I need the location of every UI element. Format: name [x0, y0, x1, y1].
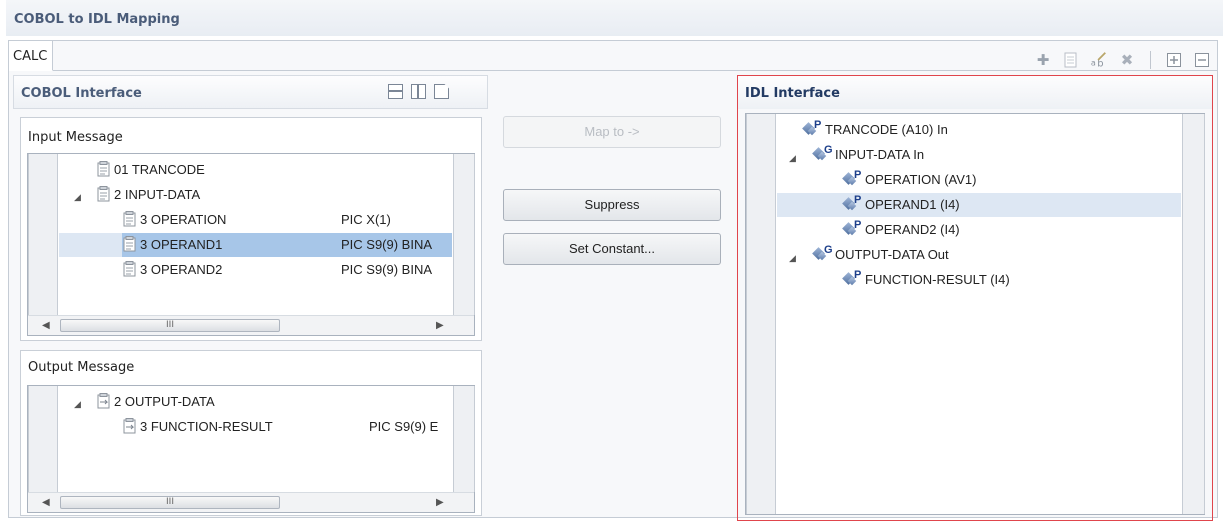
tree-item-label: 3 FUNCTION-RESULT [140, 419, 273, 434]
tree-item[interactable]: 3 FUNCTION-RESULT [122, 415, 273, 439]
single-page-icon[interactable] [434, 84, 449, 99]
pic-clause: PIC S9(9) BINA [341, 262, 433, 277]
tree-left-gutter [28, 386, 58, 492]
collapse-arrow-icon[interactable]: ◢ [789, 254, 796, 264]
idl-parameter-icon: P [842, 194, 862, 212]
tree-right-gutter [453, 154, 475, 315]
collapse-arrow-icon[interactable]: ◢ [74, 400, 81, 410]
tree-item-label: 3 OPERATION [140, 212, 227, 227]
tree-item-label: TRANCODE (A10) In [825, 122, 948, 137]
tree-item[interactable]: P FUNCTION-RESULT (I4) [842, 268, 1010, 292]
scroll-left-icon[interactable]: ◀ [42, 497, 50, 508]
tree-item-label: FUNCTION-RESULT (I4) [865, 272, 1010, 287]
idl-tree[interactable]: P TRANCODE (A10) In ◢ G INPUT-DATA In P OPE… [745, 113, 1205, 515]
set-constant-button[interactable]: Set Constant... [503, 233, 721, 265]
output-message-tree[interactable]: ◢ 2 OUTPUT-DATA 3 FUNCTION-RESULT PIC S9… [27, 385, 475, 513]
svg-text:a: a [1091, 57, 1096, 67]
tree-row-highlight [777, 193, 1181, 217]
tree-item[interactable]: G OUTPUT-DATA Out [812, 243, 949, 267]
tab-calc[interactable]: CALC [9, 41, 53, 71]
idl-group-icon: G [812, 144, 833, 162]
tree-item[interactable]: P OPERAND2 (I4) [842, 218, 960, 242]
tree-item-label: 3 OPERAND1 [140, 237, 223, 252]
idl-parameter-icon: P [842, 219, 862, 237]
copy-icon[interactable] [1062, 51, 1080, 69]
toolbar-separator [1150, 51, 1151, 69]
tree-left-gutter [28, 154, 58, 315]
cobol-field-icon [123, 261, 136, 277]
scrollbar-thumb[interactable]: III [60, 319, 280, 332]
window-title: COBOL to IDL Mapping [6, 0, 1223, 36]
vertical-split-icon[interactable] [411, 84, 426, 99]
tree-item[interactable]: 01 TRANCODE [96, 158, 205, 182]
suppress-label: Suppress [584, 197, 640, 212]
add-icon[interactable]: ✚ [1034, 51, 1052, 69]
idl-parameter-icon: P [802, 119, 822, 137]
scroll-right-icon[interactable]: ▶ [436, 320, 444, 331]
tree-item-label: OPERAND2 (I4) [865, 222, 960, 237]
collapse-arrow-icon[interactable]: ◢ [789, 154, 796, 164]
collapse-all-icon[interactable] [1193, 51, 1211, 69]
tree-item-label: 01 TRANCODE [114, 162, 205, 177]
cobol-interface-title: COBOL Interface [21, 86, 142, 101]
pic-clause: PIC S9(9) E [369, 419, 439, 434]
scrollbar-thumb[interactable]: III [60, 496, 280, 509]
expand-all-icon[interactable] [1165, 51, 1183, 69]
tree-right-gutter [1182, 114, 1205, 514]
tree-item[interactable]: G INPUT-DATA In [812, 143, 924, 167]
window-title-text: COBOL to IDL Mapping [14, 12, 180, 27]
suppress-button[interactable]: Suppress [503, 189, 721, 221]
collapse-arrow-icon[interactable]: ◢ [74, 193, 81, 203]
tree-item-label: 2 OUTPUT-DATA [114, 394, 215, 409]
cobol-field-icon [123, 211, 136, 227]
tree-item[interactable]: 3 OPERAND2 [122, 258, 222, 282]
toolbar: ✚ ab ✖ [1034, 48, 1211, 72]
tree-item-label: OUTPUT-DATA Out [835, 247, 949, 262]
tree-item-label: INPUT-DATA In [835, 147, 925, 162]
tree-item[interactable]: 3 OPERATION [122, 208, 226, 232]
tree-right-gutter [453, 386, 475, 492]
idl-parameter-icon: P [842, 269, 862, 287]
tab-calc-label: CALC [13, 49, 48, 64]
input-message-label: Input Message [28, 130, 123, 145]
cobol-field-icon [97, 161, 110, 177]
rename-icon[interactable]: ab [1090, 51, 1108, 69]
tree-item-label: OPERATION (AV1) [865, 172, 977, 187]
idl-parameter-icon: P [842, 169, 862, 187]
cobol-field-icon [123, 236, 136, 252]
tree-item[interactable]: 2 INPUT-DATA [96, 183, 200, 207]
cobol-output-icon [97, 393, 110, 409]
tree-item[interactable]: P OPERATION (AV1) [842, 168, 976, 192]
horizontal-split-icon[interactable] [388, 84, 403, 99]
horizontal-scrollbar[interactable]: ◀ III ▶ [28, 315, 474, 335]
set-constant-label: Set Constant... [569, 241, 655, 256]
map-to-button[interactable]: Map to -> [503, 116, 721, 148]
idl-group-icon: G [812, 244, 833, 262]
tree-item[interactable]: 2 OUTPUT-DATA [96, 390, 215, 414]
input-message-tree[interactable]: 01 TRANCODE ◢ 2 INPUT-DATA 3 OPERATION P… [27, 153, 475, 336]
pic-clause: PIC X(1) [341, 212, 391, 227]
tree-item-label: 3 OPERAND2 [140, 262, 223, 277]
tree-left-gutter [746, 114, 776, 514]
cobol-output-icon [123, 418, 136, 434]
tree-item-label: 2 INPUT-DATA [114, 187, 201, 202]
idl-interface-title: IDL Interface [745, 86, 840, 101]
pic-clause: PIC S9(9) BINA [341, 237, 433, 252]
layout-toggle-group [388, 84, 449, 99]
delete-icon[interactable]: ✖ [1118, 51, 1136, 69]
map-to-label: Map to -> [584, 124, 640, 139]
cobol-group-icon [97, 186, 110, 202]
scroll-right-icon[interactable]: ▶ [436, 497, 444, 508]
output-message-label: Output Message [28, 360, 135, 375]
tree-item-label: OPERAND1 (I4) [865, 197, 960, 212]
horizontal-scrollbar[interactable]: ◀ III ▶ [28, 492, 474, 512]
scroll-left-icon[interactable]: ◀ [42, 320, 50, 331]
